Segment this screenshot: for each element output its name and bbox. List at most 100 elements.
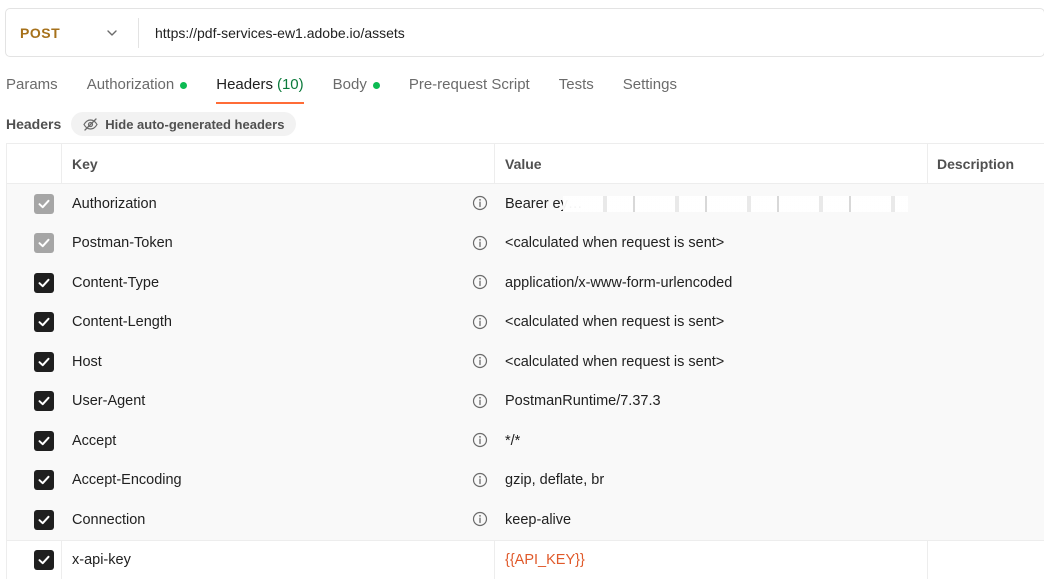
url-input[interactable] (139, 9, 1044, 56)
table-row: Content-Length <calculated when request i… (7, 302, 1044, 343)
header-value-cell[interactable]: <calculated when request is sent> (495, 224, 928, 264)
url-bar: POST (5, 8, 1044, 57)
header-description-cell[interactable] (928, 500, 1044, 540)
hide-auto-headers-label: Hide auto-generated headers (105, 116, 285, 132)
checkmark-icon (38, 436, 50, 445)
header-description-cell[interactable] (928, 382, 1044, 422)
tab-headers[interactable]: Headers (10) (216, 76, 305, 104)
tab-label: Settings (622, 76, 677, 93)
row-checkbox[interactable] (34, 193, 54, 214)
tab-pre-request-script[interactable]: Pre-request Script (409, 76, 530, 104)
row-checkbox[interactable] (34, 430, 54, 451)
header-description-cell[interactable] (928, 224, 1044, 264)
header-key-cell[interactable]: Accept (62, 421, 495, 461)
method-select[interactable]: POST (6, 9, 138, 56)
header-description-cell[interactable] (928, 461, 1044, 501)
tab-label: Pre-request Script (408, 76, 530, 93)
header-value: <calculated when request is sent> (505, 353, 725, 370)
row-checkbox[interactable] (34, 351, 54, 372)
row-checkbox[interactable] (34, 509, 54, 530)
row-checkbox-cell (7, 461, 62, 501)
header-key-cell[interactable]: Authorization (62, 184, 495, 224)
tab-label: Headers (216, 76, 273, 93)
header-value-cell[interactable]: application/x-www-form-urlencoded (495, 263, 928, 303)
hide-auto-headers-button[interactable]: Hide auto-generated headers (71, 112, 297, 136)
header-description-cell[interactable] (928, 184, 1044, 224)
row-checkbox[interactable] (34, 272, 54, 293)
header-description-cell[interactable] (928, 421, 1044, 461)
header-value: <calculated when request is sent> (505, 314, 725, 331)
header-key-cell[interactable]: Postman-Token (62, 224, 495, 264)
table-row: Authorization Bearer ey… (7, 184, 1044, 224)
header-description-cell[interactable] (928, 342, 1044, 382)
header-key-cell[interactable]: Host (62, 342, 495, 382)
header-value-cell[interactable]: PostmanRuntime/7.37.3 (495, 382, 928, 422)
info-icon[interactable] (472, 393, 488, 409)
tab-authorization[interactable]: Authorization (87, 76, 188, 104)
header-key-cell[interactable]: Connection (62, 500, 495, 540)
info-icon[interactable] (472, 235, 488, 251)
tab-body[interactable]: Body (333, 76, 380, 104)
row-checkbox-cell (7, 224, 62, 264)
tab-settings[interactable]: Settings (623, 76, 677, 104)
header-value-cell[interactable]: {{API_KEY}} (495, 540, 928, 579)
header-description-cell[interactable] (928, 541, 1044, 580)
header-description-cell[interactable] (928, 303, 1044, 343)
info-icon[interactable] (472, 511, 488, 527)
checkmark-icon (38, 515, 50, 524)
header-key-cell[interactable]: User-Agent (62, 382, 495, 422)
checkmark-icon (38, 318, 50, 327)
header-description-cell[interactable] (928, 263, 1044, 303)
header-key-cell[interactable]: Content-Length (62, 303, 495, 343)
table-row: Connection keep-alive (7, 500, 1044, 540)
header-key: Host (72, 353, 102, 370)
row-checkbox[interactable] (34, 391, 54, 412)
checkmark-icon (38, 239, 50, 248)
info-icon[interactable] (472, 472, 488, 488)
info-icon[interactable] (472, 353, 488, 369)
row-checkbox[interactable] (34, 233, 54, 254)
header-value-cell[interactable]: Bearer ey… (495, 184, 928, 224)
header-key: User-Agent (72, 393, 146, 410)
header-value: PostmanRuntime/7.37.3 (505, 393, 661, 410)
headers-title: Headers (6, 116, 62, 132)
header-key: Connection (72, 511, 146, 528)
row-checkbox-cell (7, 421, 62, 461)
header-checkbox-col (7, 144, 62, 183)
table-row: Accept-Encoding gzip, deflate, br (7, 460, 1044, 501)
column-header-description: Description (937, 155, 1015, 172)
info-icon[interactable] (472, 274, 488, 290)
checkmark-icon (38, 397, 50, 406)
tab-count: (10) (276, 76, 304, 93)
info-icon[interactable] (472, 432, 488, 448)
header-value-cell[interactable]: <calculated when request is sent> (495, 303, 928, 343)
header-value-cell[interactable]: keep-alive (495, 500, 928, 540)
table-row: Content-Type application/x-www-form-urlen… (7, 263, 1044, 303)
info-icon[interactable] (472, 195, 488, 211)
header-value-cell[interactable]: */* (495, 421, 928, 461)
header-value: keep-alive (505, 511, 572, 528)
row-checkbox-cell (7, 382, 62, 422)
header-value: */* (505, 432, 521, 449)
tab-params[interactable]: Params (6, 76, 58, 104)
table-row: User-Agent PostmanRuntime/7.37.3 (7, 381, 1044, 422)
header-key: Content-Type (72, 274, 160, 291)
checkmark-icon (38, 476, 50, 485)
table-body: Authorization Bearer ey… Postman-Token <cal… (7, 184, 1044, 579)
row-checkbox-cell (7, 500, 62, 540)
header-value-cell[interactable]: gzip, deflate, br (495, 461, 928, 501)
header-key-cell[interactable]: Content-Type (62, 263, 495, 303)
tab-tests[interactable]: Tests (559, 76, 594, 104)
header-value-cell[interactable]: <calculated when request is sent> (495, 342, 928, 382)
row-checkbox[interactable] (34, 312, 54, 333)
row-checkbox-cell (7, 263, 62, 303)
table-row: Accept */* (7, 421, 1044, 461)
header-value: application/x-www-form-urlencoded (505, 274, 733, 291)
info-icon[interactable] (472, 314, 488, 330)
row-checkbox[interactable] (34, 549, 54, 570)
header-key: Accept-Encoding (72, 472, 182, 489)
row-checkbox[interactable] (34, 470, 54, 491)
header-key-cell[interactable]: x-api-key (62, 540, 495, 579)
header-value-variable: {{API_KEY}} (505, 551, 585, 568)
header-key-cell[interactable]: Accept-Encoding (62, 461, 495, 501)
